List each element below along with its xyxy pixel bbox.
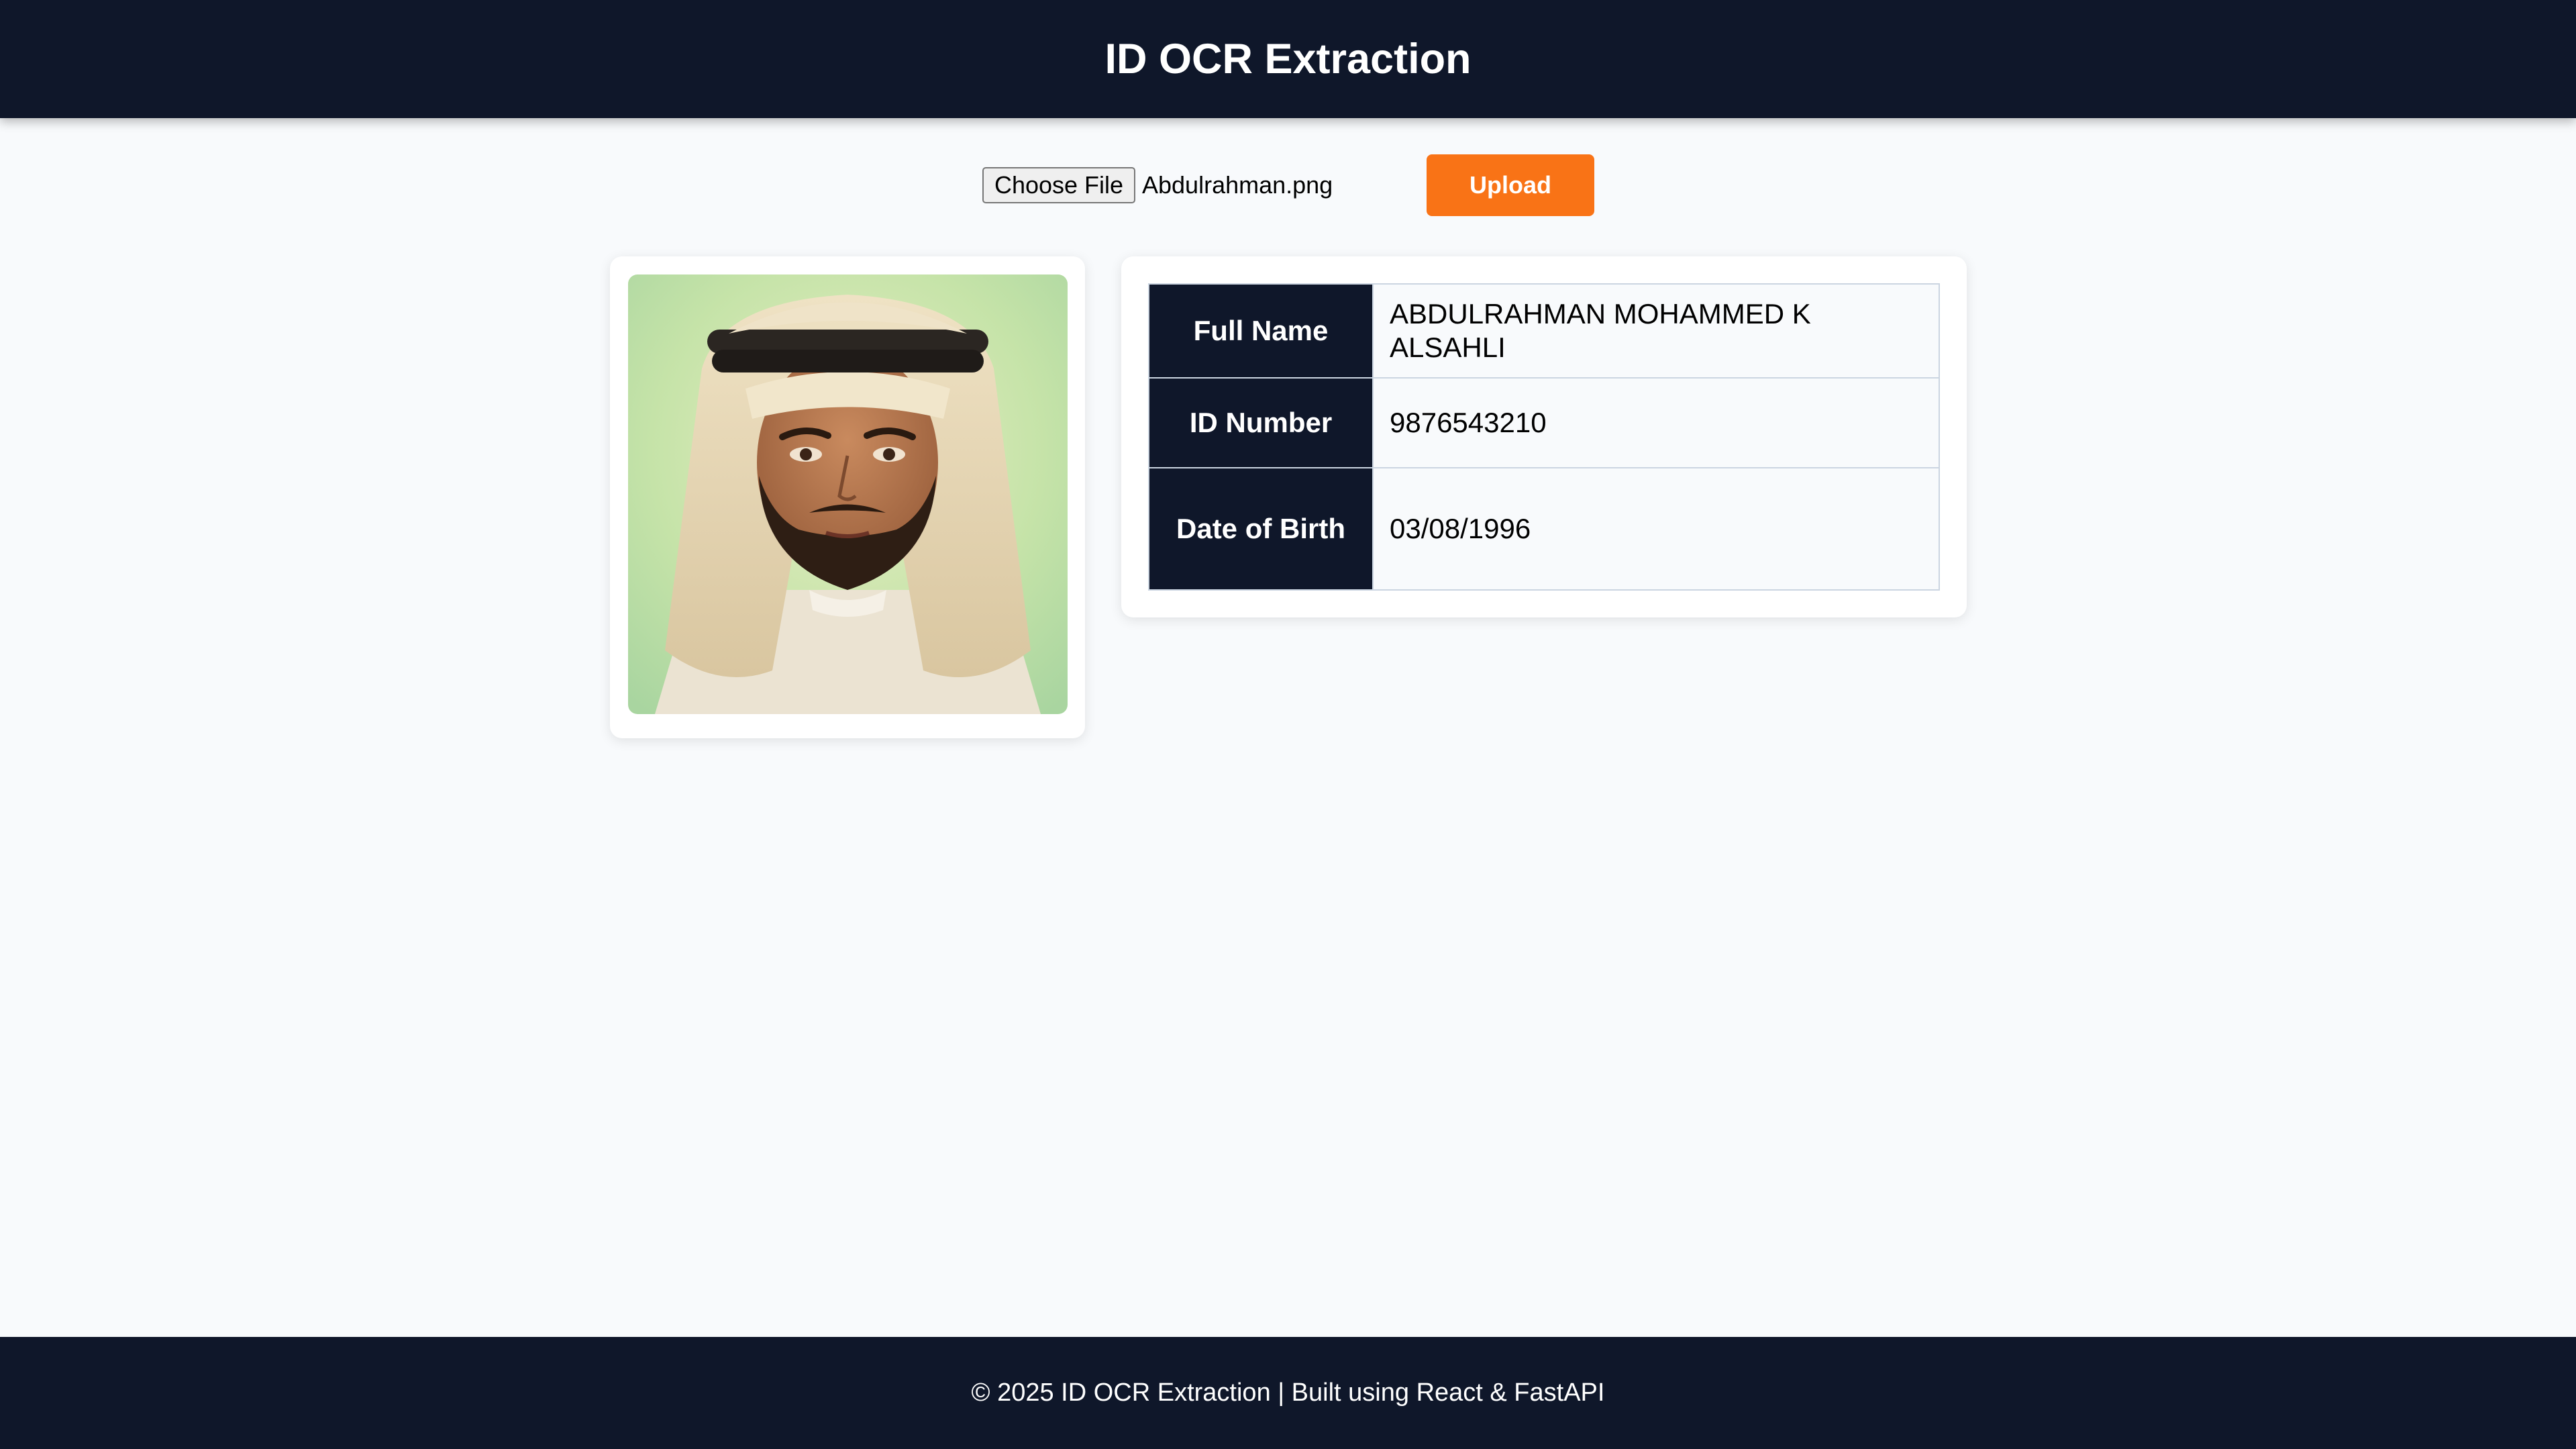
upload-button[interactable]: Upload	[1427, 154, 1594, 216]
upload-bar: Choose File Abdulrahman.png Upload	[0, 154, 2576, 216]
page-title: ID OCR Extraction	[1104, 36, 1472, 83]
table-row: Date of Birth 03/08/1996	[1148, 467, 1940, 591]
full-name-value: ABDULRAHMAN MOHAMMED K ALSAHLI	[1372, 283, 1940, 379]
id-number-value: 9876543210	[1372, 377, 1940, 468]
id-photo	[628, 274, 1068, 714]
table-row: Full Name ABDULRAHMAN MOHAMMED K ALSAHLI	[1148, 283, 1940, 379]
photo-card	[610, 256, 1085, 738]
date-of-birth-label: Date of Birth	[1148, 467, 1374, 591]
date-of-birth-value: 03/08/1996	[1372, 467, 1940, 591]
app-footer: © 2025 ID OCR Extraction | Built using R…	[0, 1337, 2576, 1449]
app-header: ID OCR Extraction	[0, 0, 2576, 118]
portrait-image	[628, 274, 1068, 714]
selected-file-name: Abdulrahman.png	[1142, 171, 1333, 199]
extraction-results-table: Full Name ABDULRAHMAN MOHAMMED K ALSAHLI…	[1148, 283, 1940, 591]
page: ID OCR Extraction Choose File Abdulrahma…	[0, 0, 2576, 1449]
footer-text: © 2025 ID OCR Extraction | Built using R…	[971, 1379, 1605, 1407]
extraction-results-card: Full Name ABDULRAHMAN MOHAMMED K ALSAHLI…	[1121, 256, 1967, 617]
choose-file-button[interactable]: Choose File	[982, 167, 1135, 203]
table-row: ID Number 9876543210	[1148, 377, 1940, 468]
full-name-label: Full Name	[1148, 283, 1374, 379]
id-number-label: ID Number	[1148, 377, 1374, 468]
